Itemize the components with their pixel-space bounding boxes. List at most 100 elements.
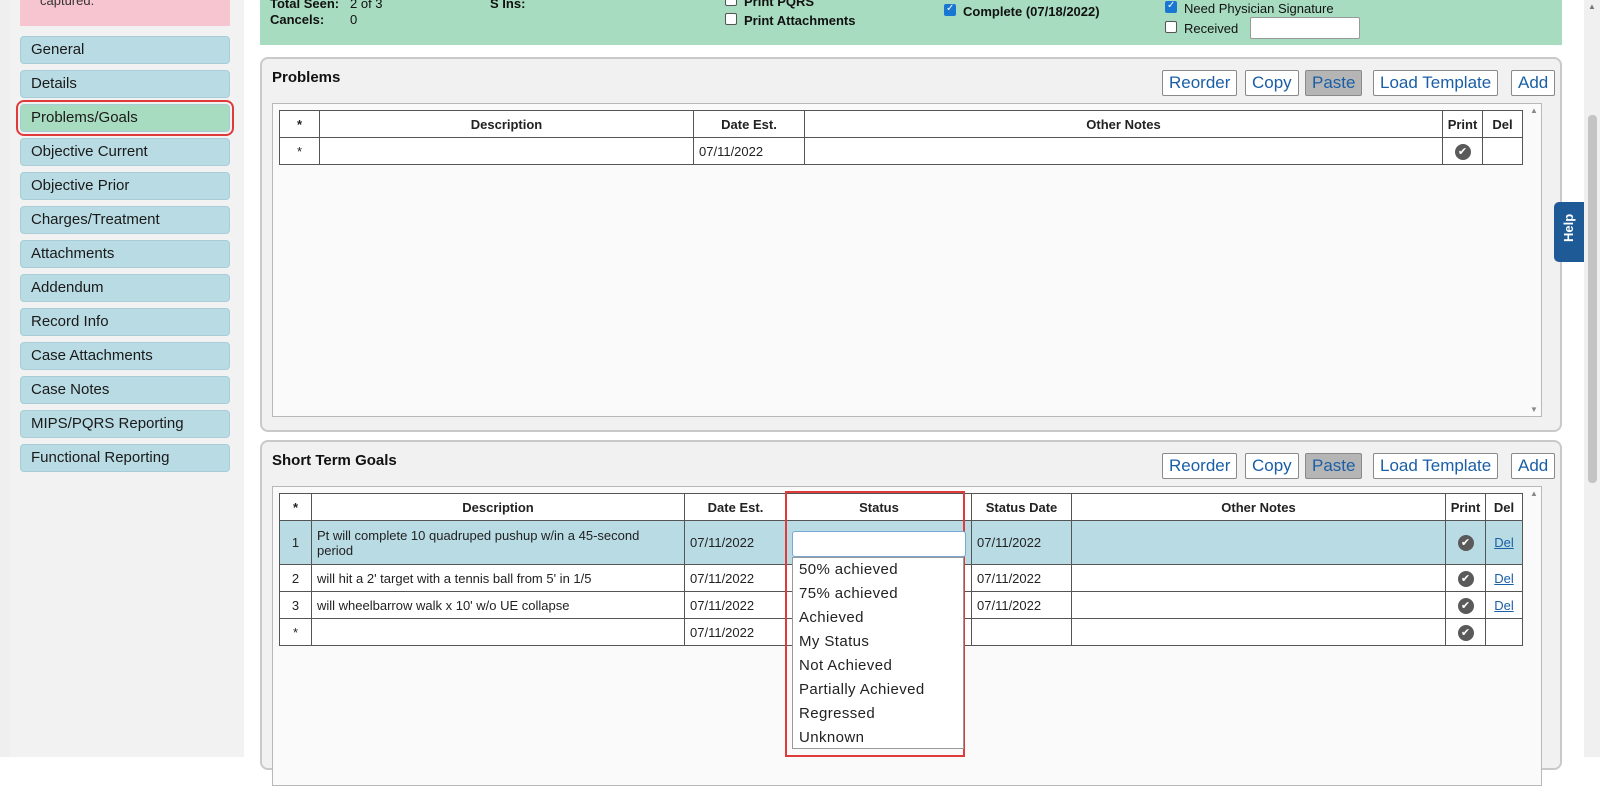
row-number: * <box>279 137 320 165</box>
status-option[interactable]: Regressed <box>793 702 963 726</box>
problems-load-template-button[interactable]: Load Template <box>1373 70 1499 96</box>
problems-scrollbar[interactable]: ▲ ▼ <box>1527 104 1541 416</box>
description-cell[interactable]: will hit a 2' target with a tennis ball … <box>311 564 685 592</box>
stg-add-button[interactable]: Add <box>1511 453 1556 479</box>
problems-reorder-button[interactable]: Reorder <box>1162 70 1238 96</box>
status-date-cell[interactable]: 07/11/2022 <box>971 564 1072 592</box>
sidebar-item-case-attachments[interactable]: Case Attachments <box>20 342 230 370</box>
complete-checkbox[interactable] <box>944 3 956 16</box>
status-select-input[interactable] <box>792 531 966 557</box>
status-option[interactable]: Unknown <box>793 726 963 750</box>
other-notes-cell[interactable] <box>1071 564 1446 592</box>
problems-add-button[interactable]: Add <box>1511 70 1556 96</box>
problems-copy-button[interactable]: Copy <box>1245 70 1299 96</box>
print-check-icon[interactable]: ✔ <box>1454 143 1471 160</box>
date-est-cell[interactable]: 07/11/2022 <box>684 564 787 592</box>
scroll-down-icon[interactable]: ▼ <box>1530 405 1538 414</box>
print-check-icon[interactable]: ✔ <box>1457 624 1474 641</box>
s-ins-label: S Ins: <box>490 0 526 11</box>
other-notes-cell[interactable] <box>804 137 1443 165</box>
print-cell: ✔ <box>1442 137 1483 165</box>
description-cell[interactable] <box>319 137 694 165</box>
description-cell[interactable]: will wheelbarrow walk x 10' w/o UE colla… <box>311 591 685 619</box>
delete-link[interactable]: Del <box>1494 535 1514 550</box>
print-pqrs-checkbox[interactable] <box>725 0 737 6</box>
other-notes-cell[interactable] <box>1071 520 1446 565</box>
status-option[interactable]: Partially Achieved <box>793 678 963 702</box>
scroll-up-icon[interactable]: ▲ <box>1588 2 1596 11</box>
col-date-est: Date Est. <box>684 493 787 521</box>
date-est-cell[interactable]: 07/11/2022 <box>684 520 787 565</box>
sidebar-item-charges-treatment[interactable]: Charges/Treatment <box>20 206 230 234</box>
status-option[interactable]: 50% achieved <box>793 558 963 582</box>
col-del: Del <box>1485 493 1523 521</box>
sidebar-item-details[interactable]: Details <box>20 70 230 98</box>
col-del: Del <box>1482 110 1523 138</box>
date-est-cell[interactable]: 07/11/2022 <box>684 618 787 646</box>
sidebar-item-mips-pqrs-reporting[interactable]: MIPS/PQRS Reporting <box>20 410 230 438</box>
date-est-cell[interactable]: 07/11/2022 <box>693 137 805 165</box>
need-signature-checkbox[interactable] <box>1165 0 1177 13</box>
print-check-icon[interactable]: ✔ <box>1457 597 1474 614</box>
status-date-cell[interactable] <box>971 618 1072 646</box>
sidebar-item-problems-goals[interactable]: Problems/Goals <box>16 100 234 136</box>
del-cell: Del <box>1485 520 1523 565</box>
print-cell: ✔ <box>1445 564 1486 592</box>
print-cell: ✔ <box>1445 520 1486 565</box>
problems-paste-button[interactable]: Paste <box>1305 70 1363 96</box>
sidebar-item-case-notes[interactable]: Case Notes <box>20 376 230 404</box>
problems-section: Problems Reorder Copy Paste Load Templat… <box>260 57 1562 432</box>
need-signature-label: Need Physician Signature <box>1184 1 1334 16</box>
cancels-label: Cancels: <box>270 12 325 27</box>
print-pqrs-label: Print PQRS <box>744 0 815 9</box>
other-notes-cell[interactable] <box>1071 591 1446 619</box>
description-cell[interactable] <box>311 618 685 646</box>
stg-scrollbar[interactable]: ▲ <box>1527 487 1541 785</box>
left-edge <box>0 0 10 757</box>
row-number: 1 <box>279 520 312 565</box>
stg-copy-button[interactable]: Copy <box>1245 453 1299 479</box>
del-cell: Del <box>1485 591 1523 619</box>
sidebar-item-objective-current[interactable]: Objective Current <box>20 138 230 166</box>
sidebar-item-functional-reporting[interactable]: Functional Reporting <box>20 444 230 472</box>
scroll-up-icon[interactable]: ▲ <box>1530 489 1538 498</box>
status-dropdown-list[interactable]: 50% achieved 75% achieved Achieved My St… <box>792 557 964 749</box>
date-est-cell[interactable]: 07/11/2022 <box>684 591 787 619</box>
scrollbar-thumb[interactable] <box>1588 115 1597 483</box>
received-checkbox[interactable] <box>1165 21 1177 33</box>
problems-title: Problems <box>272 69 341 86</box>
sidebar-item-addendum[interactable]: Addendum <box>20 274 230 302</box>
print-attachments-checkbox[interactable] <box>725 13 737 25</box>
help-tab[interactable]: Help <box>1554 202 1584 262</box>
received-date-input[interactable] <box>1250 17 1360 39</box>
col-other-notes: Other Notes <box>1071 493 1446 521</box>
scroll-up-icon[interactable]: ▲ <box>1530 106 1538 115</box>
table-row[interactable]: * 07/11/2022 ✔ <box>279 137 1523 165</box>
status-date-cell[interactable]: 07/11/2022 <box>971 520 1072 565</box>
col-description: Description <box>311 493 685 521</box>
sidebar-item-record-info[interactable]: Record Info <box>20 308 230 336</box>
print-check-icon[interactable]: ✔ <box>1457 570 1474 587</box>
del-cell <box>1485 618 1523 646</box>
other-notes-cell[interactable] <box>1071 618 1446 646</box>
status-option[interactable]: My Status <box>793 630 963 654</box>
print-check-icon[interactable]: ✔ <box>1457 535 1474 551</box>
status-option[interactable]: 75% achieved <box>793 582 963 606</box>
status-option[interactable]: Achieved <box>793 606 963 630</box>
sidebar-item-objective-prior[interactable]: Objective Prior <box>20 172 230 200</box>
col-status-date: Status Date <box>971 493 1072 521</box>
stg-reorder-button[interactable]: Reorder <box>1162 453 1238 479</box>
col-star: * <box>279 493 312 521</box>
description-cell[interactable]: Pt will complete 10 quadruped pushup w/i… <box>311 520 685 565</box>
stg-paste-button[interactable]: Paste <box>1305 453 1363 479</box>
page-scrollbar[interactable]: ▲ <box>1584 0 1600 757</box>
status-option[interactable]: Not Achieved <box>793 654 963 678</box>
status-date-cell[interactable]: 07/11/2022 <box>971 591 1072 619</box>
delete-link[interactable]: Del <box>1494 571 1514 586</box>
del-cell: Del <box>1485 564 1523 592</box>
sidebar-item-general[interactable]: General <box>20 36 230 64</box>
col-star: * <box>279 110 320 138</box>
delete-link[interactable]: Del <box>1494 598 1514 613</box>
stg-load-template-button[interactable]: Load Template <box>1373 453 1499 479</box>
sidebar-item-attachments[interactable]: Attachments <box>20 240 230 268</box>
